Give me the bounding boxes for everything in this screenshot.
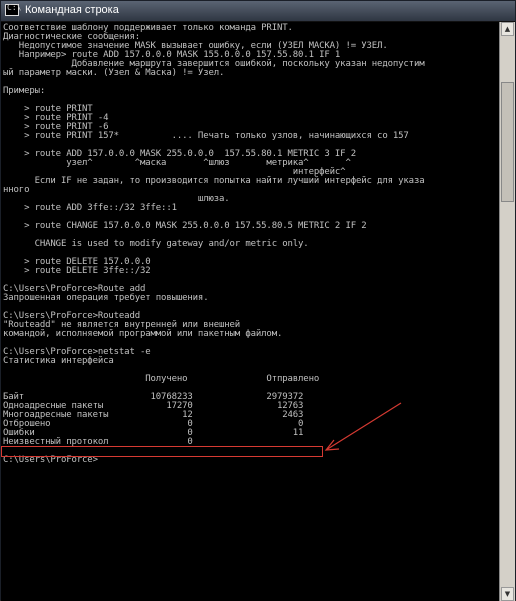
console-output[interactable]: Соответствие шаблону поддерживает только…	[1, 22, 499, 601]
title-bar[interactable]: C:\ Командная строка	[1, 1, 515, 22]
annotation-arrow-icon	[324, 402, 402, 451]
vertical-scrollbar[interactable]: ▲ ▼	[499, 22, 515, 601]
console-app-icon[interactable]: C:\	[5, 3, 21, 16]
scroll-up-button[interactable]: ▲	[501, 22, 514, 36]
console-window: C:\ Командная строка Соответствие шаблон…	[0, 0, 516, 601]
scroll-thumb[interactable]	[501, 82, 514, 202]
window-title: Командная строка	[25, 4, 119, 16]
scroll-down-button[interactable]: ▼	[501, 587, 514, 601]
